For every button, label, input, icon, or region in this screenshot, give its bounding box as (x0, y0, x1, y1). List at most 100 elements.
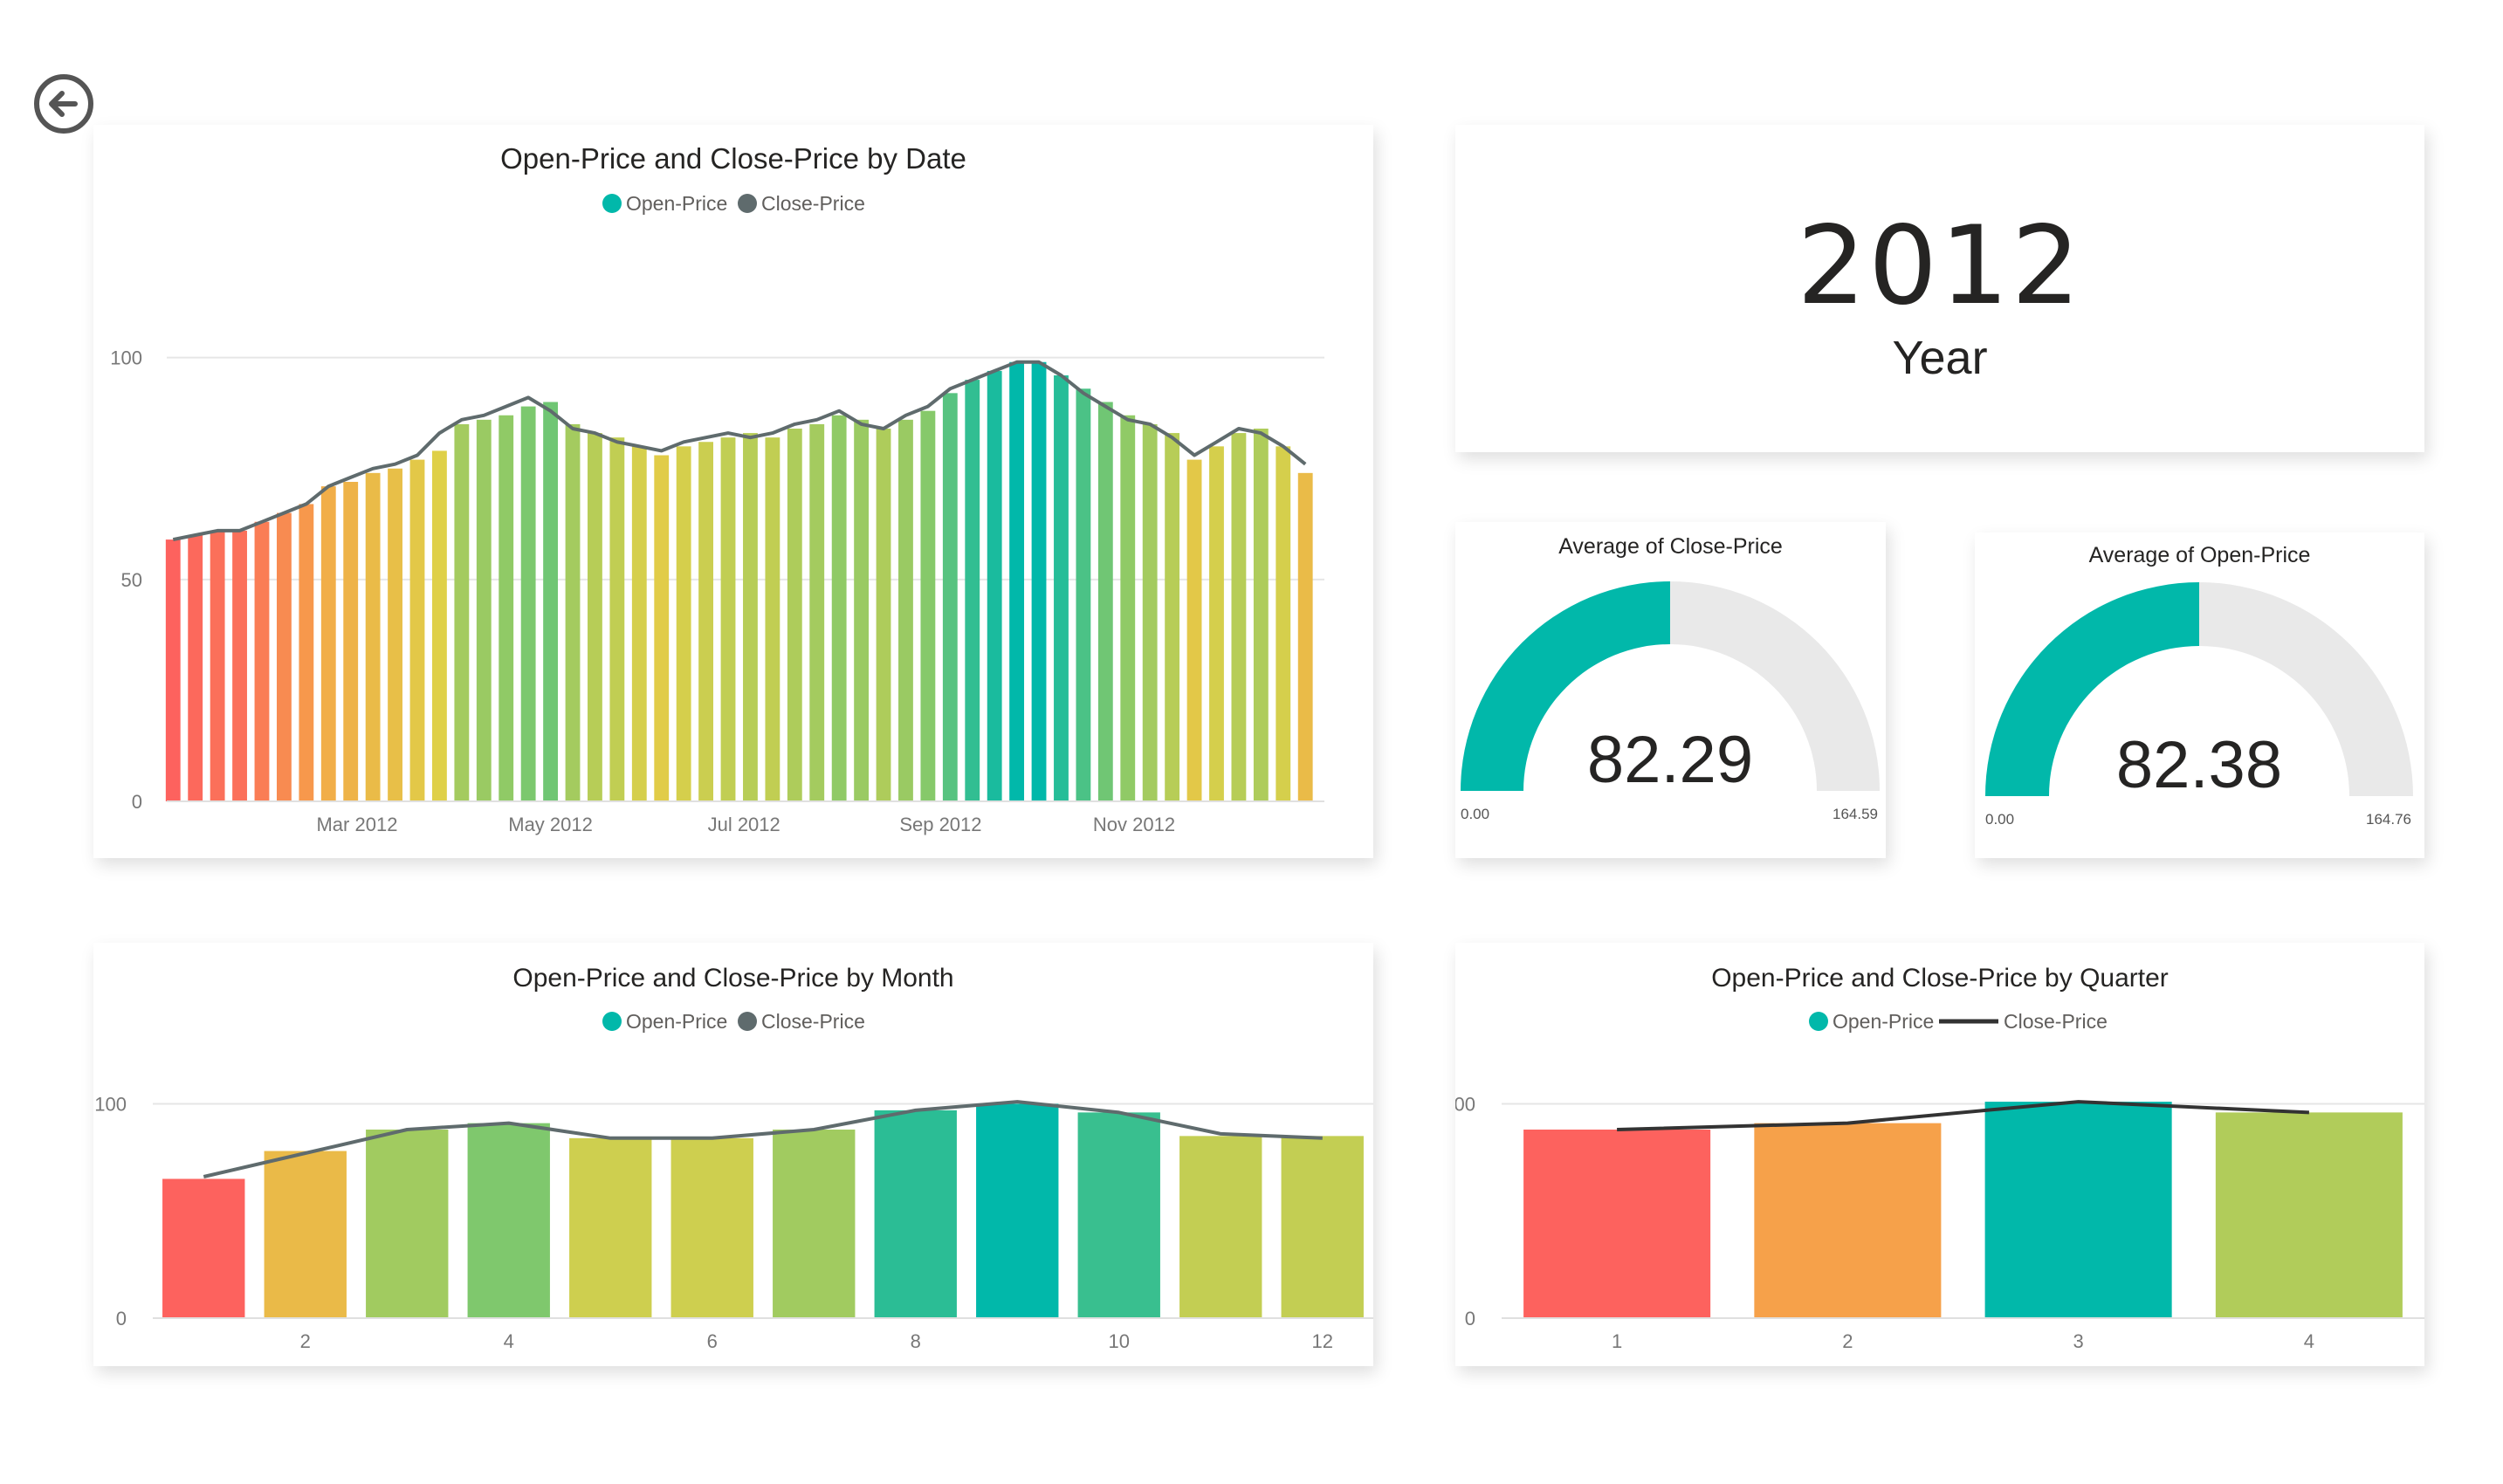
legend-open-marker (602, 194, 622, 213)
open-price-bar (609, 437, 625, 801)
open-price-bar (720, 437, 736, 801)
open-price-bar (976, 1103, 1059, 1318)
open-price-bar (1253, 429, 1269, 801)
open-price-bar (432, 450, 447, 801)
chart-title: Open-Price and Close-Price by Date (500, 142, 966, 175)
open-price-bar (588, 433, 602, 801)
open-price-bar (920, 410, 936, 801)
open-price-bar (409, 459, 425, 801)
y-tick-label: 100 (110, 347, 142, 369)
open-price-bar (1009, 361, 1025, 801)
y-tick-label: 0 (116, 1308, 127, 1329)
gauge-open-card: Average of Open-Price 82.38 0.00 164.76 (1975, 532, 2424, 858)
x-tick-label: 6 (707, 1330, 718, 1352)
gauge-max-label: 164.59 (1833, 806, 1878, 822)
gauge-value: 82.38 (2116, 728, 2282, 802)
gauge-title: Average of Open-Price (2089, 543, 2311, 567)
open-price-bar (1054, 375, 1069, 801)
x-tick-label: May 2012 (508, 814, 593, 835)
open-price-bar (631, 446, 647, 801)
chart-title: Open-Price and Close-Price by Quarter (1711, 964, 2169, 993)
y-tick-label: 50 (121, 569, 142, 591)
open-price-bar (520, 406, 536, 801)
open-price-bar (876, 429, 891, 801)
open-price-bar (1179, 1136, 1262, 1318)
open-price-bar (388, 468, 402, 801)
open-price-bar (809, 423, 825, 801)
open-price-bar (565, 423, 581, 801)
gauge-value: 82.29 (1587, 723, 1753, 797)
open-price-bar (1984, 1102, 2172, 1318)
open-price-bar (343, 482, 359, 801)
open-price-bar (1276, 446, 1291, 801)
open-price-bar (1097, 402, 1113, 801)
open-price-bar (1031, 361, 1047, 801)
open-price-bar (670, 1137, 753, 1318)
legend-close-label: Close-Price (2004, 1010, 2108, 1033)
open-price-bar (874, 1110, 957, 1318)
legend-open-label: Open-Price (626, 1010, 727, 1033)
open-price-bar (942, 393, 958, 801)
open-price-bar (264, 1151, 347, 1318)
gauge-min-label: 0.00 (1461, 806, 1489, 822)
open-price-bar (1754, 1123, 1942, 1318)
kpi-value: 2012 (1797, 203, 2083, 329)
open-price-bar (188, 535, 203, 801)
open-price-bar (499, 415, 514, 801)
open-price-bar (569, 1137, 652, 1318)
x-tick-label: Jul 2012 (708, 814, 780, 835)
open-price-bar (698, 442, 714, 801)
open-price-bar (366, 1130, 449, 1318)
open-price-bar (232, 530, 247, 801)
x-tick-label: 10 (1109, 1330, 1130, 1352)
gauge-min-label: 0.00 (1985, 811, 2014, 828)
open-price-bar (1142, 423, 1158, 801)
x-tick-label: 12 (1312, 1330, 1333, 1352)
open-price-bar (987, 370, 1002, 801)
open-price-bar (1165, 433, 1180, 801)
legend-close-marker (738, 194, 757, 213)
open-price-bar (1231, 433, 1247, 801)
open-price-bar (467, 1123, 550, 1318)
open-price-bar (787, 429, 802, 801)
open-price-bar (676, 446, 691, 801)
open-price-bar (2215, 1112, 2403, 1318)
y-tick-label: 100 (94, 1094, 127, 1116)
legend-open-label: Open-Price (1833, 1010, 1934, 1033)
legend-close-label: Close-Price (761, 1010, 865, 1033)
gauge-open-price: Average of Open-Price 82.38 0.00 164.76 (1985, 543, 2413, 828)
open-price-bar (854, 419, 870, 801)
x-tick-label: 8 (911, 1330, 921, 1352)
open-price-bar (299, 504, 314, 801)
open-price-bar (898, 419, 913, 801)
open-price-bar (476, 419, 492, 801)
x-tick-label: 1 (1612, 1330, 1622, 1352)
back-arrow-icon[interactable] (33, 73, 94, 134)
open-price-bar (965, 380, 980, 801)
gauge-close-card: Average of Close-Price 82.29 0.00 164.59 (1455, 522, 1886, 858)
open-price-bar (773, 1130, 856, 1318)
gauge-close-price: Average of Close-Price 82.29 0.00 164.59 (1461, 534, 1880, 822)
y-tick-label: 100 (1455, 1094, 1475, 1116)
x-tick-label: 3 (2073, 1330, 2084, 1352)
y-tick-label: 0 (132, 791, 142, 813)
open-price-bar (162, 1178, 245, 1318)
gauge-title: Average of Close-Price (1558, 534, 1783, 559)
x-tick-label: Sep 2012 (899, 814, 981, 835)
open-price-bar (1523, 1130, 1711, 1318)
open-price-bar (165, 539, 181, 801)
quarter-chart-card: Open-Price and Close-Price by Quarter Ope… (1443, 943, 2424, 1366)
legend-open-marker (1809, 1012, 1828, 1031)
month-chart-card: Open-Price and Close-Price by Month Open-… (93, 943, 1373, 1366)
open-price-bar (765, 437, 780, 801)
open-price-bar (1209, 446, 1224, 801)
x-tick-label: 2 (300, 1330, 311, 1352)
legend-open-label: Open-Price (626, 192, 727, 215)
open-price-bar (365, 472, 381, 801)
date-chart-card: Open-Price and Close-Price by Date Open-P… (93, 125, 1373, 858)
open-price-bar (254, 521, 270, 801)
open-price-bar (1076, 388, 1091, 801)
year-kpi-card: 2012 Year (1455, 125, 2424, 452)
open-price-bar (320, 486, 336, 801)
y-tick-label: 0 (1465, 1308, 1475, 1329)
